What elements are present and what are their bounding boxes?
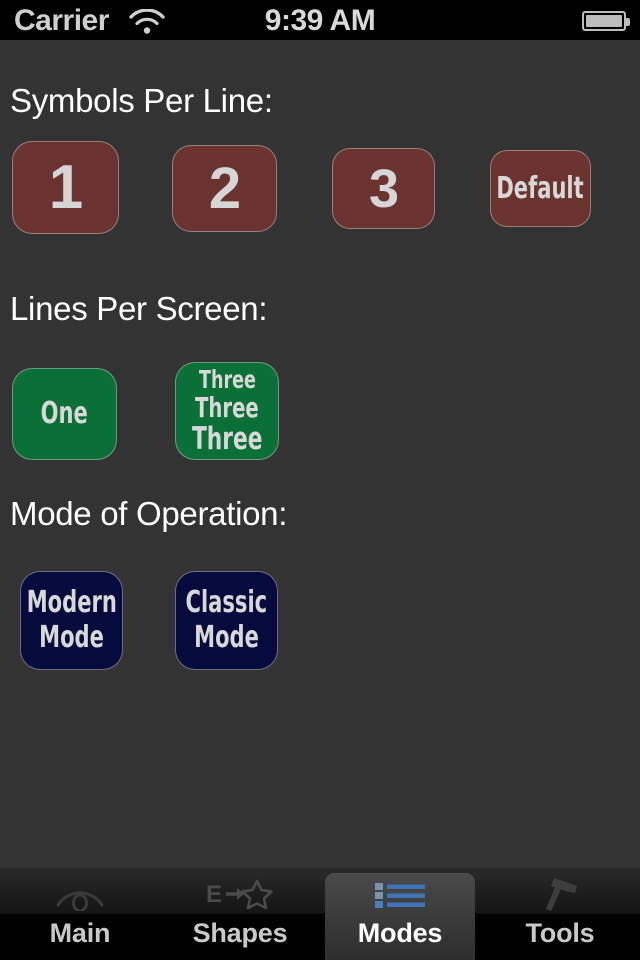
letter-e-arrow-star-icon: E: [160, 872, 320, 916]
symbols-per-line-button-1[interactable]: 1: [12, 141, 119, 234]
button-label-line-2: Mode: [194, 620, 259, 655]
mode-of-operation-button-modern[interactable]: Modern Mode: [20, 571, 123, 670]
hammer-icon: [480, 872, 640, 916]
tab-label: Shapes: [192, 918, 288, 948]
button-label: Default: [496, 170, 585, 206]
section-title-mode-of-operation: Mode of Operation:: [10, 495, 288, 532]
symbols-per-line-button-2[interactable]: 2: [172, 145, 277, 232]
lines-per-screen-button-three[interactable]: Three Three Three: [175, 362, 279, 460]
button-label: 3: [368, 158, 399, 219]
tab-label: Main: [49, 918, 111, 948]
modes-settings-panel: Symbols Per Line: 1 2 3 Default Lines Pe…: [0, 40, 640, 868]
tab-shapes[interactable]: E Shapes: [160, 868, 320, 960]
eye-icon: [0, 872, 160, 916]
button-label: 1: [48, 152, 83, 222]
button-label-line-1: Modern: [26, 585, 117, 620]
button-label-line-2: Mode: [39, 620, 104, 655]
tab-main[interactable]: Main: [0, 868, 160, 960]
section-title-lines-per-screen: Lines Per Screen:: [10, 290, 268, 327]
lines-per-screen-button-one[interactable]: One: [12, 368, 117, 460]
tab-label: Modes: [357, 918, 443, 948]
tab-tools[interactable]: Tools: [480, 868, 640, 960]
tab-label: Tools: [525, 918, 595, 948]
section-title-symbols-per-line: Symbols Per Line:: [10, 82, 273, 119]
symbols-per-line-button-3[interactable]: 3: [332, 148, 435, 229]
status-bar: Carrier 9:39 AM: [0, 0, 640, 40]
symbols-per-line-button-default[interactable]: Default: [490, 150, 591, 227]
mode-of-operation-button-classic[interactable]: Classic Mode: [175, 571, 278, 670]
svg-text:E: E: [206, 881, 222, 908]
clock-label: 9:39 AM: [264, 4, 376, 37]
button-label-line-1: Classic: [185, 585, 268, 620]
button-label-line-1: Three: [198, 365, 256, 394]
button-label-line-3: Three: [191, 421, 263, 457]
tab-modes[interactable]: Modes: [320, 868, 480, 960]
app-screen: Carrier 9:39 AM Symbols Per Line: 1 2 3 …: [0, 0, 640, 960]
bulleted-list-icon: [320, 872, 480, 916]
tab-bar: Main E Shapes Modes Tools: [0, 868, 640, 960]
battery-icon: [582, 11, 630, 31]
button-label: 2: [208, 155, 241, 221]
button-label-line-2: Three: [195, 391, 259, 424]
button-label: One: [40, 396, 89, 431]
